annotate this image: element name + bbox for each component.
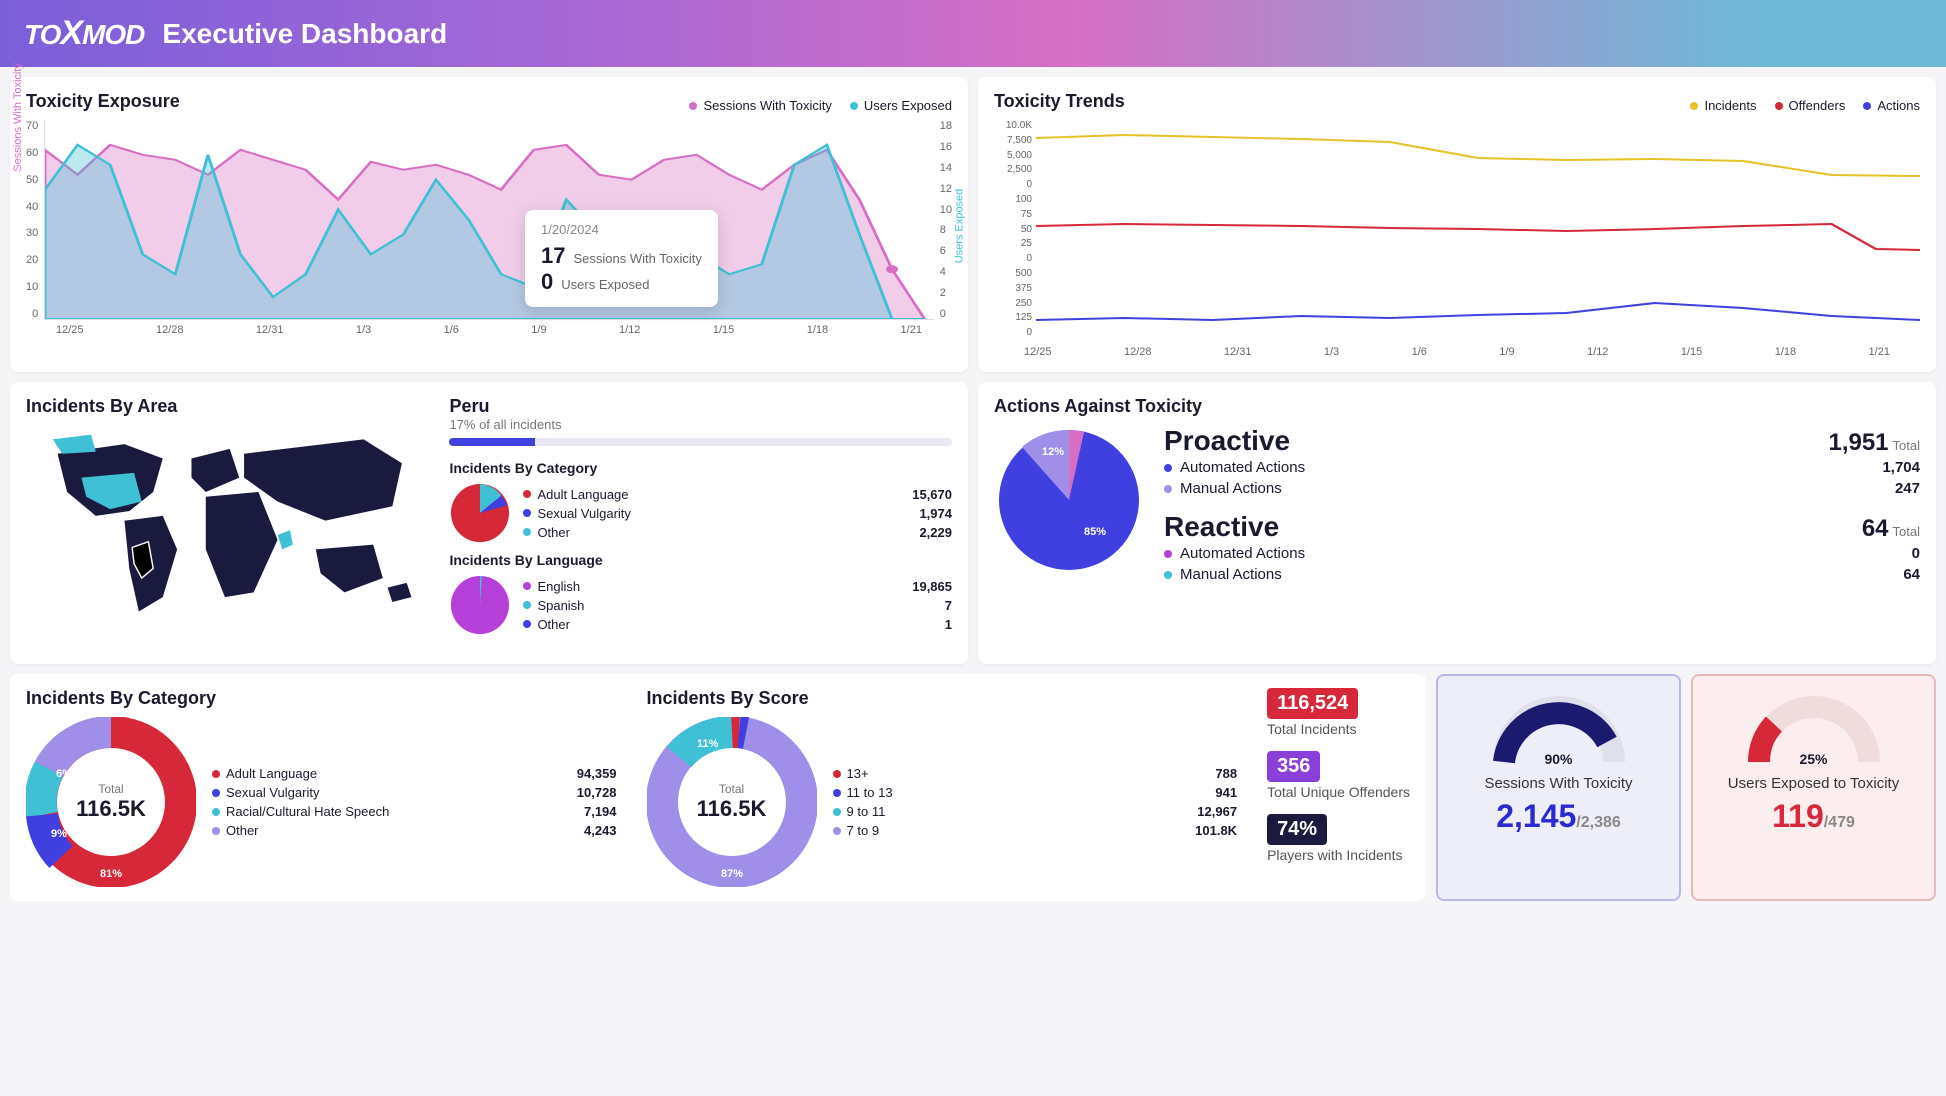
app-header: TOXMOD Executive Dashboard	[0, 0, 1946, 67]
panel-toxicity-exposure: Toxicity Exposure Sessions With Toxicity…	[10, 77, 968, 372]
pie-actions[interactable]: 85% 12%	[994, 425, 1144, 575]
svg-text:12%: 12%	[1042, 446, 1064, 458]
country-progress	[449, 438, 952, 446]
badge-unique-offenders: 356	[1267, 751, 1320, 782]
panel-bottom-stats: Incidents By Category 81% 9% 6% Total116…	[10, 674, 1426, 901]
trends-sparkline-actions[interactable]: 5003752501250	[994, 268, 1920, 338]
svg-text:11%: 11%	[697, 738, 719, 750]
exposure-chart[interactable]: Sessions With Toxicity 706050403020100 1…	[26, 120, 952, 320]
svg-text:6%: 6%	[56, 768, 72, 780]
panel-actions-against-toxicity: Actions Against Toxicity 85% 12% Proacti…	[978, 382, 1936, 664]
app-logo: TOXMOD	[24, 14, 144, 53]
svg-text:87%: 87%	[721, 868, 743, 880]
badge-total-incidents: 116,524	[1267, 688, 1358, 719]
donut-by-category[interactable]: 81% 9% 6% Total116.5K	[26, 717, 196, 887]
exposure-legend: Sessions With Toxicity Users Exposed	[689, 98, 952, 113]
trends-legend: Incidents Offenders Actions	[1690, 98, 1920, 113]
svg-text:81%: 81%	[100, 868, 122, 880]
page-title: Executive Dashboard	[162, 18, 447, 50]
svg-text:85%: 85%	[1084, 526, 1106, 538]
trends-sparkline-offenders[interactable]: 1007550250	[994, 194, 1920, 264]
trends-title: Toxicity Trends	[994, 91, 1125, 112]
gauge-users-exposed[interactable]: 25% Users Exposed to Toxicity 119/479	[1691, 674, 1936, 901]
svg-text:9%: 9%	[51, 828, 67, 840]
country-pct: 17% of all incidents	[449, 417, 952, 432]
trends-sparkline-incidents[interactable]: 10.0K7,5005,0002,5000	[994, 120, 1920, 190]
map-title: Incidents By Area	[26, 396, 433, 417]
donut-by-score[interactable]: 87% 11% Total116.5K	[647, 717, 817, 887]
summary-stats: 116,524Total Incidents 356Total Unique O…	[1267, 688, 1410, 887]
selected-country: Peru	[449, 396, 952, 417]
exposure-title: Toxicity Exposure	[26, 91, 180, 112]
panel-incidents-by-area: Incidents By Area Peru 17	[10, 382, 968, 664]
pie-country-category[interactable]	[449, 482, 511, 544]
panel-toxicity-trends: Toxicity Trends Incidents Offenders Acti…	[978, 77, 1936, 372]
exposure-tooltip: 1/20/2024 17Sessions With Toxicity 0User…	[525, 210, 718, 307]
badge-players-with-incidents: 74%	[1267, 814, 1327, 845]
gauge-sessions-with-toxicity[interactable]: 90% Sessions With Toxicity 2,145/2,386	[1436, 674, 1681, 901]
world-map[interactable]	[26, 425, 433, 645]
pie-country-language[interactable]	[449, 574, 511, 636]
